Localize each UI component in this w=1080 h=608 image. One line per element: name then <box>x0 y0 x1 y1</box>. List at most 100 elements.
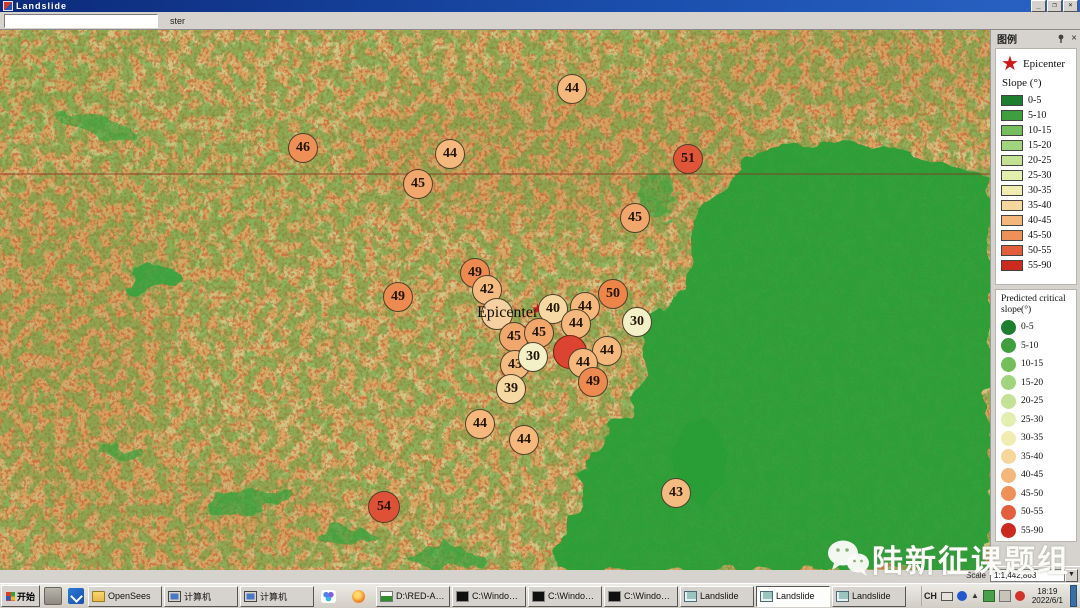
legend-swatch <box>1001 200 1023 211</box>
taskbar-button[interactable]: Landslide <box>832 586 906 607</box>
taskbar-button[interactable]: 计算机 <box>240 586 314 607</box>
legend-swatch <box>1001 260 1023 271</box>
critical-legend-title: Predicted critical slope(°) <box>1001 294 1073 316</box>
slope-marker[interactable]: 44 <box>509 425 539 455</box>
taskbar-button[interactable]: D:\RED-ACT\... <box>376 586 450 607</box>
slope-legend-row: 5-10 <box>1001 108 1073 123</box>
slope-marker[interactable]: 39 <box>496 374 526 404</box>
slope-marker[interactable]: 46 <box>288 133 318 163</box>
scale-dropdown-arrow-icon[interactable]: ▼ <box>1065 569 1078 582</box>
legend-swatch <box>1001 215 1023 226</box>
quick-launch-printer-icon[interactable] <box>44 587 62 605</box>
clock-date: 2022/6/1 <box>1032 596 1063 605</box>
keyboard-icon[interactable] <box>941 592 953 601</box>
clover-icon <box>321 590 336 603</box>
taskbar-button-label: D:\RED-ACT\... <box>396 591 446 601</box>
taskbar-button-clover[interactable] <box>316 586 344 607</box>
computer-icon <box>168 591 181 602</box>
app-window: Landslide _ ❐ × ster <box>0 0 1080 608</box>
scale-value[interactable]: 1:1,442,863 <box>990 569 1065 582</box>
taskbar-button[interactable]: 计算机 <box>164 586 238 607</box>
slope-marker[interactable]: 49 <box>578 367 608 397</box>
language-indicator[interactable]: CH <box>924 591 937 601</box>
taskbar-button-label: Landslide <box>852 591 891 601</box>
show-desktop-button[interactable] <box>1070 585 1077 607</box>
legend-class-label: 25-30 <box>1028 170 1051 181</box>
slope-marker[interactable]: 30 <box>622 307 652 337</box>
slope-legend-row: 0-5 <box>1001 93 1073 108</box>
taskbar-button[interactable]: Landslide <box>756 586 830 607</box>
pin-icon[interactable] <box>1057 34 1066 44</box>
critical-legend-row: 50-55 <box>1001 503 1073 522</box>
slope-marker[interactable]: 44 <box>465 409 495 439</box>
slope-marker[interactable]: 44 <box>557 74 587 104</box>
slope-marker[interactable]: 50 <box>598 279 628 309</box>
legend-class-label: 15-20 <box>1021 378 1043 388</box>
close-button[interactable]: × <box>1063 0 1078 12</box>
window-title: Landslide <box>16 1 67 11</box>
cmd-icon <box>608 591 621 602</box>
system-tray: CH ▲ 18:19 2022/6/1 <box>921 586 1079 606</box>
clock-time: 18:19 <box>1037 587 1057 596</box>
slope-marker[interactable]: 54 <box>368 491 400 523</box>
slope-marker[interactable]: 45 <box>620 203 650 233</box>
map-canvas[interactable]: 444644455145494249Epicenter★404450443045… <box>0 30 990 570</box>
slope-legend-row: 30-35 <box>1001 183 1073 198</box>
legend-class-label: 45-50 <box>1021 489 1043 499</box>
critical-legend-row: 35-40 <box>1001 448 1073 467</box>
slope-marker[interactable]: 51 <box>673 144 703 174</box>
slope-legend-title: Slope (°) <box>1002 77 1073 89</box>
legend-class-label: 0-5 <box>1028 95 1041 106</box>
title-bar: Landslide _ ❐ × <box>0 0 1080 12</box>
legend-circle-swatch <box>1001 338 1016 353</box>
slope-marker[interactable]: 43 <box>661 478 691 508</box>
maximize-button[interactable]: ❐ <box>1047 0 1062 12</box>
slope-legend-row: 15-20 <box>1001 138 1073 153</box>
tray-green-app-icon[interactable] <box>983 590 995 602</box>
taskbar-button-label: C:\Windows\s... <box>624 591 674 601</box>
taskbar-button-label: Landslide <box>700 591 739 601</box>
taskbar-button[interactable]: Landslide <box>680 586 754 607</box>
slope-legend-row: 10-15 <box>1001 123 1073 138</box>
legend-swatch <box>1001 245 1023 256</box>
tray-blue-app-icon[interactable] <box>957 591 967 601</box>
panel-close-icon[interactable]: × <box>1071 34 1077 44</box>
legend-class-label: 55-90 <box>1021 526 1043 536</box>
taskbar-button-label: 计算机 <box>184 590 211 603</box>
clock[interactable]: 18:19 2022/6/1 <box>1032 587 1063 605</box>
toolbar: ster <box>0 12 1080 30</box>
minimize-button[interactable]: _ <box>1031 0 1046 12</box>
slope-legend-row: 35-40 <box>1001 198 1073 213</box>
slope-marker[interactable]: 49 <box>383 282 413 312</box>
app-icon <box>836 591 849 602</box>
critical-legend-row: 5-10 <box>1001 337 1073 356</box>
taskbar-button-label: C:\Windows\s... <box>472 591 522 601</box>
app-icon <box>3 1 13 11</box>
app-icon <box>684 591 697 602</box>
quick-launch-remote-icon[interactable] <box>68 588 84 604</box>
legend-panel: 图例 × ★ Epicenter Slope (°) 0-55-1010-151… <box>990 30 1080 566</box>
tray-expand-icon[interactable]: ▲ <box>971 591 979 601</box>
legend-swatch <box>1001 125 1023 136</box>
slope-marker[interactable]: 44 <box>435 139 465 169</box>
critical-legend-row: 25-30 <box>1001 411 1073 430</box>
slope-marker[interactable]: 45 <box>403 169 433 199</box>
taskbar-button[interactable]: C:\Windows\s... <box>452 586 526 607</box>
taskbar-button-firefox[interactable] <box>346 586 374 607</box>
legend-circle-swatch <box>1001 523 1016 538</box>
slope-marker[interactable]: 30 <box>518 342 548 372</box>
taskbar-button-label: 计算机 <box>260 590 287 603</box>
epicenter-label: Epicenter <box>477 304 538 322</box>
taskbar-button[interactable]: C:\Windows\s... <box>604 586 678 607</box>
taskbar-button[interactable]: C:\Windows\s... <box>528 586 602 607</box>
layer-combobox[interactable] <box>4 14 158 28</box>
legend-class-label: 20-25 <box>1021 396 1043 406</box>
tray-flag-icon[interactable] <box>999 590 1011 602</box>
firefox-icon <box>352 590 365 603</box>
tray-alert-icon[interactable] <box>1015 591 1025 601</box>
start-button[interactable]: 开始 <box>1 585 40 607</box>
taskbar-button[interactable]: OpenSees <box>88 586 162 607</box>
cmd-icon <box>456 591 469 602</box>
slope-legend-row: 25-30 <box>1001 168 1073 183</box>
legend-circle-swatch <box>1001 412 1016 427</box>
